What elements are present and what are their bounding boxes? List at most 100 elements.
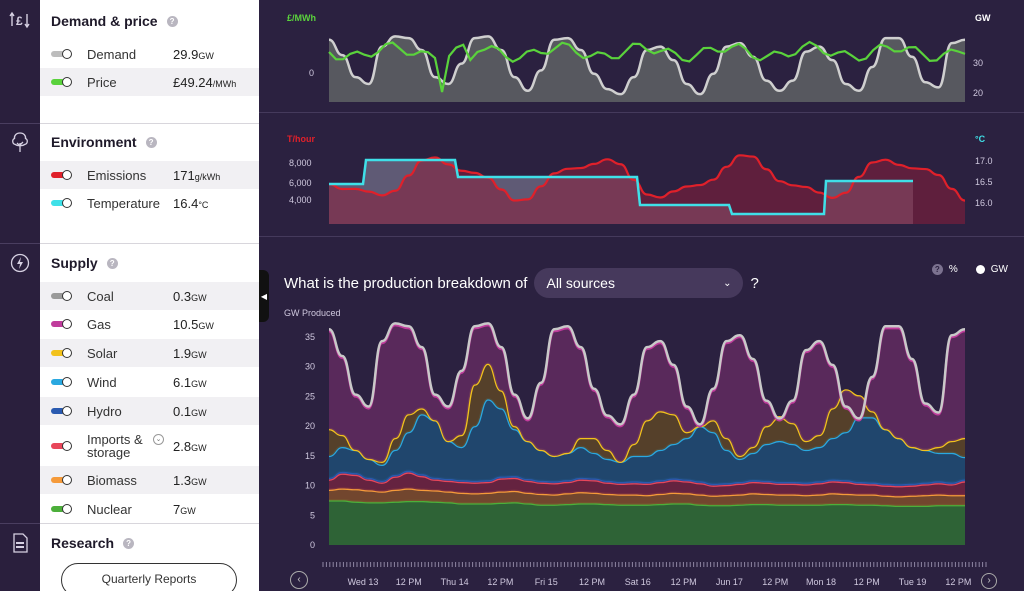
- metric-value: 10.5GW: [173, 317, 214, 332]
- rail-divider: [0, 243, 40, 244]
- app-root: £ Demand & price ? Demand 29.9GW Price £…: [0, 0, 1024, 591]
- help-icon[interactable]: ?: [931, 264, 943, 275]
- supply-row-wind[interactable]: Wind 6.1GW: [40, 368, 259, 396]
- value-number: 29.9: [173, 46, 199, 62]
- x-tick-label: 12 PM: [762, 577, 788, 587]
- help-icon[interactable]: ?: [106, 257, 118, 269]
- toggle-knob: [62, 348, 72, 358]
- x-tick-label: Fri 15: [535, 577, 558, 587]
- mid-right-tick: 16.0: [975, 198, 993, 208]
- value-number: 10.5: [173, 316, 199, 332]
- toggle-knob: [62, 170, 72, 180]
- y-tick-label: 35: [305, 332, 315, 342]
- metric-label: Hydro: [87, 403, 122, 419]
- supply-row-gas[interactable]: Gas 10.5GW: [40, 310, 259, 338]
- supply-row-coal[interactable]: Coal 0.3GW: [40, 282, 259, 310]
- metric-label: Biomass: [87, 472, 137, 488]
- top-left-tick: 0: [309, 68, 314, 78]
- supply-row-imports[interactable]: Imports & storage ⌄ 2.8GW: [40, 426, 259, 466]
- y-tick-label: 25: [305, 391, 315, 401]
- unit-mode-toggle: ? % GW: [931, 264, 1008, 275]
- tree-icon[interactable]: [0, 131, 40, 153]
- collapse-panel-handle[interactable]: ◀: [259, 270, 269, 322]
- next-period-button[interactable]: ›: [981, 573, 997, 589]
- toggle-switch[interactable]: [51, 475, 73, 485]
- line-hydro: [328, 469, 966, 486]
- metric-value: 171g/kWh: [173, 168, 220, 183]
- section-title: Environment: [51, 134, 137, 150]
- pound-arrows-icon[interactable]: £: [0, 10, 40, 30]
- toggle-knob: [62, 49, 72, 59]
- value-number: 1.9: [173, 345, 192, 361]
- section-divider: [40, 523, 259, 524]
- value-number: 6.1: [173, 374, 192, 390]
- gw-option[interactable]: GW: [991, 264, 1008, 275]
- y-axis-label: GW Produced: [284, 308, 341, 318]
- toggle-switch[interactable]: [51, 170, 73, 180]
- toggle-knob: [62, 475, 72, 485]
- supply-heading: Supply ?: [51, 255, 118, 271]
- line-imports-storage: [328, 471, 966, 488]
- supply-row-hydro[interactable]: Hydro 0.1GW: [40, 397, 259, 425]
- help-icon[interactable]: ?: [145, 136, 157, 148]
- metric-row-demand[interactable]: Demand 29.9GW: [40, 40, 259, 68]
- y-tick-label: 15: [305, 451, 315, 461]
- metric-value: £49.24/MWh: [173, 75, 236, 90]
- x-tick-label: Sat 16: [625, 577, 651, 587]
- section-title: Research: [51, 535, 115, 551]
- metric-label: Gas: [87, 316, 111, 332]
- value-unit: GW: [191, 442, 207, 453]
- side-panel: Demand & price ? Demand 29.9GW Price £49…: [40, 0, 259, 591]
- y-tick-label: 10: [305, 481, 315, 491]
- supply-row-biomass[interactable]: Biomass 1.3GW: [40, 466, 259, 494]
- x-tick-label: 12 PM: [487, 577, 513, 587]
- lightning-icon[interactable]: [0, 253, 40, 273]
- top-left-unit: £/MWh: [287, 13, 316, 23]
- help-icon[interactable]: ?: [123, 537, 135, 549]
- x-tick-label: 12 PM: [396, 577, 422, 587]
- mid-left-tick: 6,000: [289, 178, 312, 188]
- toggle-switch[interactable]: [51, 77, 73, 87]
- source-select[interactable]: All sources ⌄: [534, 268, 744, 298]
- chevron-left-icon: ‹: [297, 574, 301, 585]
- metric-row-temperature[interactable]: Temperature 16.4°C: [40, 189, 259, 217]
- metric-row-price[interactable]: Price £49.24/MWh: [40, 68, 259, 96]
- metric-row-emissions[interactable]: Emissions 171g/kWh: [40, 161, 259, 189]
- toggle-switch[interactable]: [51, 406, 73, 416]
- toggle-switch[interactable]: [51, 291, 73, 301]
- value-unit: GW: [191, 407, 207, 418]
- line-biomass: [328, 487, 965, 498]
- metric-label: Price: [87, 74, 117, 90]
- metric-value: 2.8GW: [173, 439, 207, 454]
- chevron-down-icon: ⌄: [723, 277, 732, 289]
- quarterly-reports-button[interactable]: Quarterly Reports: [61, 563, 237, 591]
- toggle-knob: [62, 377, 72, 387]
- supply-row-solar[interactable]: Solar 1.9GW: [40, 339, 259, 367]
- x-tick-label: 12 PM: [854, 577, 880, 587]
- percent-option[interactable]: %: [949, 264, 958, 275]
- document-icon[interactable]: [0, 533, 40, 553]
- chevron-right-icon: ›: [987, 575, 991, 586]
- toggle-switch[interactable]: [51, 348, 73, 358]
- toggle-knob: [62, 291, 72, 301]
- help-icon[interactable]: ?: [166, 15, 178, 27]
- metric-label: Imports & storage: [87, 433, 143, 459]
- line-wind: [328, 398, 966, 467]
- expand-chevron-icon[interactable]: ⌄: [153, 434, 164, 445]
- question-prefix: What is the production breakdown of: [284, 274, 528, 292]
- rail-divider: [0, 523, 40, 524]
- section-title: Demand & price: [51, 13, 158, 29]
- toggle-switch[interactable]: [51, 198, 73, 208]
- line-nuclear: [329, 499, 965, 508]
- toggle-switch[interactable]: [51, 319, 73, 329]
- toggle-switch[interactable]: [51, 441, 73, 451]
- prev-period-button[interactable]: ‹: [290, 571, 308, 589]
- toggle-switch[interactable]: [51, 49, 73, 59]
- supply-row-nuclear[interactable]: Nuclear 7GW: [40, 495, 259, 523]
- mid-left-tick: 4,000: [289, 195, 312, 205]
- value-number: 16.4: [173, 195, 199, 211]
- chevron-left-icon: ◀: [260, 291, 268, 301]
- selected-radio-icon[interactable]: [975, 265, 985, 274]
- toggle-switch[interactable]: [51, 377, 73, 387]
- toggle-switch[interactable]: [51, 504, 73, 514]
